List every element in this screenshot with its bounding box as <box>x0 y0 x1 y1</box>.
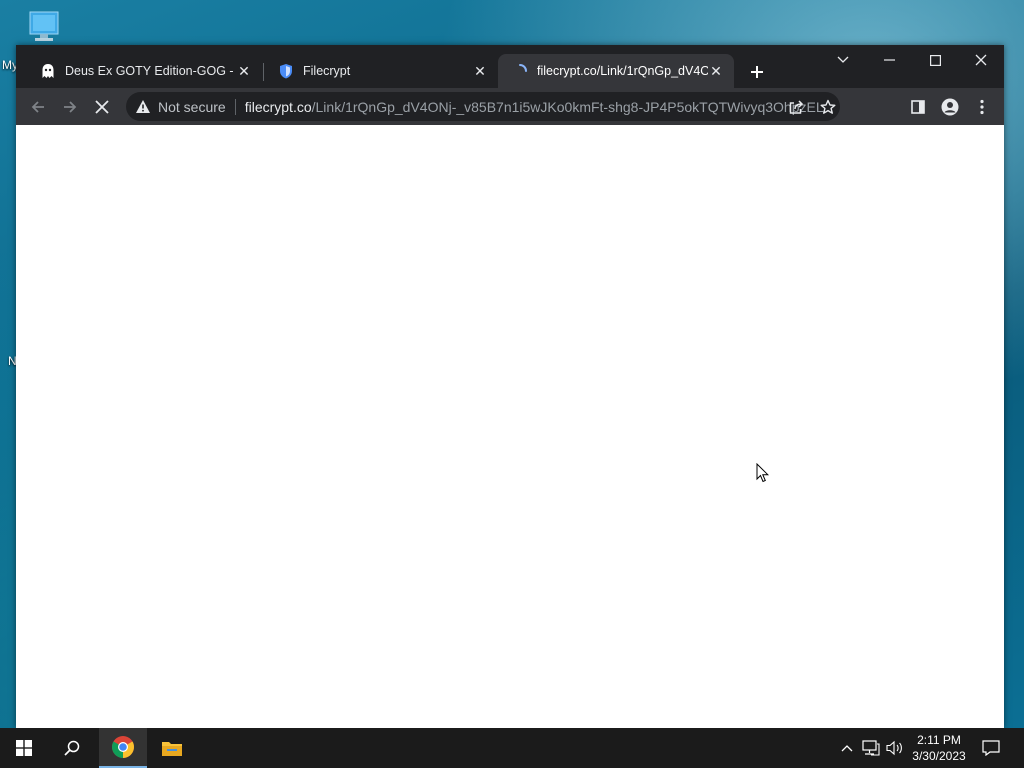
tab-title: filecrypt.co/Link/1rQnGp_dV4ONj <box>537 64 708 78</box>
browser-toolbar: Not secure filecrypt.co/Link/1rQnGp_dV4O… <box>16 88 1004 125</box>
back-button[interactable] <box>24 94 52 120</box>
close-icon[interactable]: ✕ <box>236 63 252 79</box>
clock-time: 2:11 PM <box>917 733 961 747</box>
side-panel-button[interactable] <box>904 94 932 120</box>
close-window-button[interactable] <box>958 45 1004 75</box>
taskbar-file-explorer[interactable] <box>148 728 196 768</box>
chevron-down-icon <box>837 56 849 63</box>
taskbar-chrome[interactable] <box>99 728 147 768</box>
close-icon <box>95 100 109 114</box>
warning-icon[interactable] <box>134 98 152 116</box>
menu-button[interactable] <box>968 94 996 120</box>
close-icon <box>975 54 987 66</box>
windows-icon <box>16 740 32 756</box>
close-icon[interactable]: ✕ <box>708 63 724 79</box>
search-icon <box>64 740 80 756</box>
search-button[interactable] <box>48 728 96 768</box>
minimize-button[interactable] <box>866 45 912 75</box>
page-content[interactable] <box>16 125 1004 728</box>
network-icon[interactable] <box>861 738 881 758</box>
chevron-up-icon[interactable] <box>837 738 857 758</box>
start-button[interactable] <box>0 728 48 768</box>
browser-window: Deus Ex GOTY Edition-GOG - SKIDROW ✕ Fil… <box>16 45 1004 728</box>
chrome-icon <box>112 736 134 758</box>
loading-spinner-icon <box>512 63 528 79</box>
address-bar[interactable]: Not secure filecrypt.co/Link/1rQnGp_dV4O… <box>126 92 840 121</box>
tab-filecrypt-link[interactable]: filecrypt.co/Link/1rQnGp_dV4ONj ✕ <box>498 54 734 88</box>
close-icon[interactable]: ✕ <box>472 63 488 79</box>
volume-icon[interactable] <box>885 738 905 758</box>
tab-title: Deus Ex GOTY Edition-GOG - SKIDROW <box>65 64 236 78</box>
tab-search-button[interactable] <box>820 45 866 75</box>
person-icon <box>941 98 959 116</box>
shield-icon <box>278 63 294 79</box>
tab-title: Filecrypt <box>303 64 351 78</box>
ghost-icon <box>40 63 56 79</box>
share-icon[interactable] <box>786 97 806 117</box>
notifications-icon[interactable] <box>981 738 1001 758</box>
tab-deus-ex[interactable]: Deus Ex GOTY Edition-GOG - SKIDROW ✕ <box>26 54 262 88</box>
computer-icon[interactable] <box>26 10 62 46</box>
mouse-cursor-icon <box>756 462 770 483</box>
plus-icon <box>751 66 763 78</box>
tab-strip: Deus Ex GOTY Edition-GOG - SKIDROW ✕ Fil… <box>16 45 1004 88</box>
maximize-icon <box>929 54 941 66</box>
profile-button[interactable] <box>936 94 964 120</box>
taskbar: 2:11 PM 3/30/2023 <box>0 728 1024 768</box>
stop-loading-button[interactable] <box>88 94 116 120</box>
side-panel-icon <box>911 100 925 114</box>
bookmark-star-icon[interactable] <box>818 97 838 117</box>
security-label[interactable]: Not secure <box>158 99 226 115</box>
forward-button[interactable] <box>56 94 84 120</box>
omnibox-divider <box>234 98 236 115</box>
kebab-menu-icon <box>980 99 984 115</box>
url-path: /Link/1rQnGp_dV4ONj-_v85B7n1i5wJKo0kmFt-… <box>311 98 825 115</box>
minimize-icon <box>883 59 895 61</box>
new-tab-button[interactable] <box>745 60 769 84</box>
maximize-button[interactable] <box>912 45 958 75</box>
folder-icon <box>162 742 182 756</box>
system-clock[interactable]: 2:11 PM 3/30/2023 <box>904 732 974 764</box>
clock-date: 3/30/2023 <box>912 749 966 763</box>
arrow-left-icon <box>31 101 44 113</box>
url-host: filecrypt.co <box>244 98 312 115</box>
url-text[interactable]: filecrypt.co/Link/1rQnGp_dV4ONj-_v85B7n1… <box>245 99 825 115</box>
tab-filecrypt[interactable]: Filecrypt ✕ <box>264 54 498 88</box>
arrow-right-icon <box>64 101 77 113</box>
